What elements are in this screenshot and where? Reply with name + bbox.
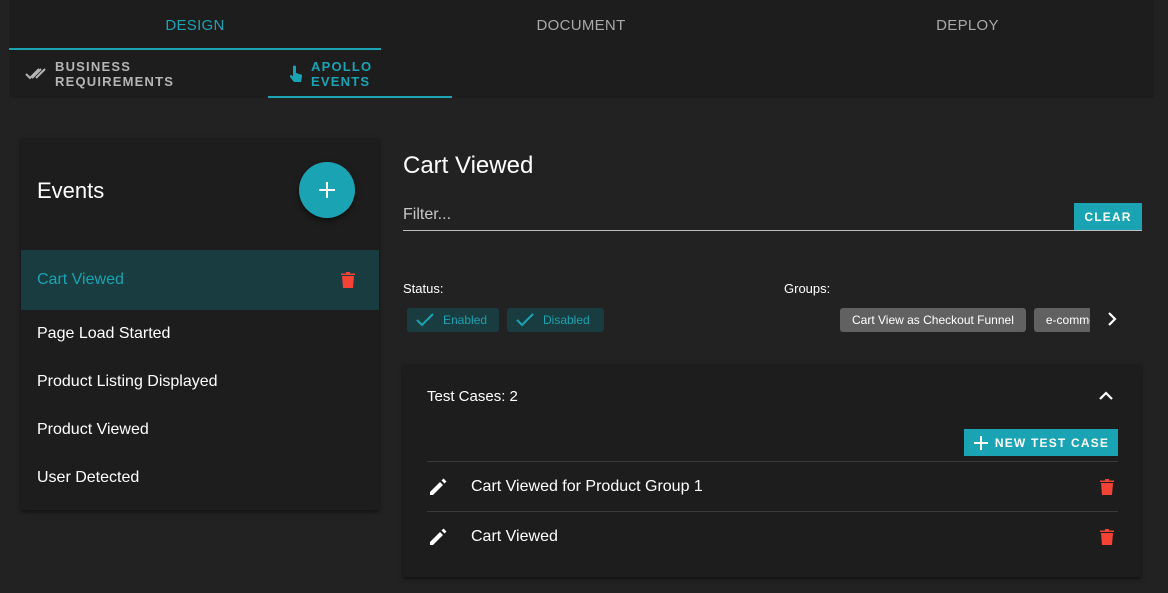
test-cases-panel: Test Cases: 2 NEW TEST CASE Cart Viewed … [403,364,1141,577]
event-list: Cart Viewed Page Load Started Product Li… [21,250,379,502]
group-chips: Cart View as Checkout Funnel e-commerce [840,308,1090,332]
tab-design[interactable]: DESIGN [9,0,381,50]
status-chip-disabled[interactable]: Disabled [507,308,604,332]
new-test-case-button[interactable]: NEW TEST CASE [964,429,1118,456]
test-case-row: Cart Viewed [427,511,1118,561]
tab-design-label: DESIGN [165,16,225,34]
tab-document-label: DOCUMENT [536,16,626,34]
check-icon [515,313,535,327]
double-check-icon [25,67,49,81]
event-item-page-load-started[interactable]: Page Load Started [21,310,379,358]
group-chip-cart-view-checkout-funnel[interactable]: Cart View as Checkout Funnel [840,308,1026,332]
groups-label: Groups: [784,281,831,296]
group-chip-e-commerce[interactable]: e-commerce [1033,308,1090,332]
event-item-product-viewed[interactable]: Product Viewed [21,406,379,454]
event-item-label: User Detected [37,469,140,486]
event-item-label: Product Viewed [37,421,149,438]
status-chip-label: Enabled [443,313,488,327]
new-test-case-label: NEW TEST CASE [994,435,1110,450]
chevron-right-icon[interactable] [1107,311,1117,327]
status-label: Status: [403,281,444,296]
test-case-row: Cart Viewed for Product Group 1 [427,461,1118,511]
tab-apollo-events[interactable]: APOLLO EVENTS [268,50,452,98]
event-item-label: Page Load Started [37,325,171,342]
edit-pencil-icon[interactable] [427,527,471,547]
event-detail-title: Cart Viewed [403,152,534,179]
delete-test-case-icon[interactable] [1100,528,1114,546]
filter-field: CLEAR [403,203,1142,231]
events-title: Events [37,178,105,203]
tab-business-requirements-label: BUSINESS REQUIREMENTS [55,59,175,89]
top-navigation: DESIGN DOCUMENT DEPLOY BUSINESS REQUIREM… [9,0,1154,98]
tab-document[interactable]: DOCUMENT [381,0,781,50]
plus-icon [318,181,336,199]
event-item-label: Product Listing Displayed [37,373,218,390]
tab-deploy-label: DEPLOY [936,16,999,34]
plus-icon [973,435,989,451]
event-item-product-listing-displayed[interactable]: Product Listing Displayed [21,358,379,406]
touch-icon [287,64,305,84]
test-case-list: Cart Viewed for Product Group 1 Cart Vie… [427,461,1118,561]
test-cases-header: Test Cases: 2 [427,388,518,405]
edit-pencil-icon[interactable] [427,477,471,497]
event-item-cart-viewed[interactable]: Cart Viewed [21,250,379,310]
add-event-button[interactable] [299,162,355,218]
event-item-user-detected[interactable]: User Detected [21,454,379,502]
test-case-name: Cart Viewed for Product Group 1 [471,477,703,495]
test-case-name: Cart Viewed [471,527,558,545]
chevron-up-icon[interactable] [1098,388,1114,404]
status-chip-enabled[interactable]: Enabled [407,308,499,332]
main-tabs: DESIGN DOCUMENT DEPLOY [9,0,1154,50]
tab-business-requirements[interactable]: BUSINESS REQUIREMENTS [9,50,268,98]
status-chip-label: Disabled [543,313,590,327]
event-item-label: Cart Viewed [37,271,124,288]
tab-deploy[interactable]: DEPLOY [781,0,1154,50]
clear-button[interactable]: CLEAR [1074,203,1142,230]
events-panel: Events Cart Viewed Page Load Started Pro… [21,138,379,510]
delete-event-icon[interactable] [341,271,355,289]
delete-test-case-icon[interactable] [1100,478,1114,496]
sub-tabs: BUSINESS REQUIREMENTS APOLLO EVENTS [9,50,452,98]
tab-apollo-events-label: APOLLO EVENTS [311,59,373,89]
check-icon [415,313,435,327]
filter-input[interactable] [403,203,1063,227]
